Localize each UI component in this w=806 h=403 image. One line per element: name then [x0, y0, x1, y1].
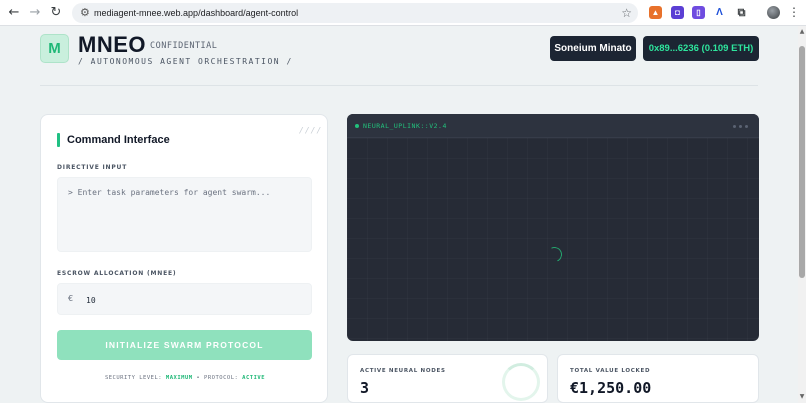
tvl-label: TOTAL VALUE LOCKED — [570, 368, 651, 374]
network-button[interactable]: Soneium Minato — [550, 36, 636, 61]
confidential-tag: CONFIDENTIAL — [150, 41, 218, 51]
address-bar[interactable]: ⚙ mediagent-mnee.web.app/dashboard/agent… — [72, 3, 638, 23]
forward-arrow-icon[interactable]: → — [27, 5, 43, 21]
protocol-prefix: • PROTOCOL: — [196, 375, 239, 381]
decorative-slashes: //// — [299, 126, 323, 135]
window-control-dot-icon — [733, 125, 736, 128]
scroll-down-icon[interactable]: ▼ — [798, 393, 806, 401]
security-level: MAXIMUM — [165, 375, 193, 381]
initialize-swarm-button[interactable]: INITIALIZE SWARM PROTOCOL — [57, 330, 312, 360]
escrow-label: ESCROW ALLOCATION (MNEE) — [57, 270, 177, 277]
terminal-title: NEURAL_UPLINK::V2.4 — [363, 122, 447, 130]
title-accent-bar — [57, 133, 60, 147]
site-settings-icon[interactable]: ⚙ — [80, 5, 90, 21]
terminal-header: NEURAL_UPLINK::V2.4 — [347, 114, 759, 138]
header-divider — [40, 85, 758, 86]
window-control-dot-icon — [739, 125, 742, 128]
browser-menu-icon[interactable]: ⋮ — [788, 4, 800, 20]
security-prefix: SECURITY LEVEL: — [104, 375, 163, 381]
back-arrow-icon[interactable]: ← — [6, 5, 22, 21]
command-interface-panel: Command Interface //// DIRECTIVE INPUT E… — [40, 114, 328, 403]
purple-extension-icon[interactable]: ◘ — [671, 6, 684, 19]
protocol-status: ACTIVE — [242, 375, 266, 381]
brand-title: MNEO — [78, 32, 146, 57]
command-title: Command Interface — [67, 134, 170, 146]
extensions-puzzle-icon[interactable]: ⧉ — [735, 6, 748, 19]
reload-icon[interactable]: ↻ — [48, 5, 64, 21]
euro-currency-icon: € — [68, 294, 74, 303]
loading-spinner-icon — [544, 244, 565, 265]
status-dot-icon — [355, 124, 359, 128]
nodes-value: 3 — [360, 379, 370, 397]
scroll-up-icon[interactable]: ▲ — [798, 28, 806, 36]
page-scrollbar[interactable]: ▲ ▼ — [798, 26, 806, 403]
arrow-extension-icon[interactable]: Λ — [713, 6, 726, 19]
profile-avatar[interactable] — [767, 6, 780, 19]
logo: M — [40, 34, 69, 63]
window-control-dot-icon — [745, 125, 748, 128]
security-status: SECURITY LEVEL: MAXIMUM • PROTOCOL: ACTI… — [41, 375, 329, 381]
url-text[interactable]: mediagent-mnee.web.app/dashboard/agent-c… — [94, 6, 298, 20]
wallet-button[interactable]: 0x89...6236 (0.109 ETH) — [643, 36, 759, 61]
nodes-label: ACTIVE NEURAL NODES — [360, 368, 446, 374]
directive-label: DIRECTIVE INPUT — [57, 164, 128, 171]
directive-input[interactable] — [57, 177, 312, 252]
total-value-locked-card: TOTAL VALUE LOCKED €1,250.00 — [557, 354, 759, 403]
ring-decoration-icon — [502, 363, 540, 401]
bookmark-star-icon[interactable]: ☆ — [621, 5, 632, 21]
active-nodes-card: ACTIVE NEURAL NODES 3 — [347, 354, 548, 403]
escrow-field[interactable]: € — [57, 283, 312, 315]
neural-uplink-terminal: NEURAL_UPLINK::V2.4 — [347, 114, 759, 341]
scroll-thumb[interactable] — [799, 46, 805, 278]
browser-toolbar: ← → ↻ ⚙ mediagent-mnee.web.app/dashboard… — [0, 0, 806, 26]
bracket-extension-icon[interactable]: ▯ — [692, 6, 705, 19]
tvl-value: €1,250.00 — [570, 379, 652, 397]
escrow-amount-input[interactable] — [86, 293, 286, 307]
page-subtitle: / AUTONOMOUS AGENT ORCHESTRATION / — [78, 57, 293, 66]
terminal-body — [347, 138, 759, 341]
metamask-extension-icon[interactable]: ▲ — [649, 6, 662, 19]
